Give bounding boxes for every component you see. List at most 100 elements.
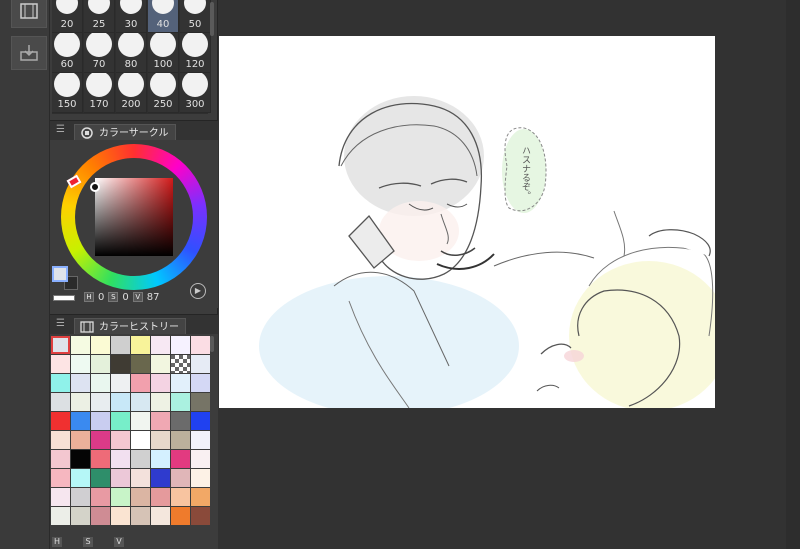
history-color-swatch[interactable] [171, 431, 190, 449]
history-color-swatch[interactable] [171, 488, 190, 506]
history-color-swatch[interactable] [71, 393, 90, 411]
history-color-swatch[interactable] [191, 469, 210, 487]
history-color-swatch[interactable] [51, 450, 70, 468]
history-color-swatch[interactable] [111, 469, 130, 487]
history-color-swatch[interactable] [51, 374, 70, 392]
history-color-swatch[interactable] [151, 507, 170, 525]
history-color-swatch[interactable] [151, 374, 170, 392]
brush-size-cell[interactable]: 300 [180, 73, 211, 113]
play-icon[interactable]: ▶ [190, 283, 206, 299]
history-color-swatch[interactable] [51, 393, 70, 411]
canvas-workspace[interactable]: ハスナるぞ。 [218, 0, 800, 549]
history-color-swatch[interactable] [131, 374, 150, 392]
history-color-swatch[interactable] [151, 450, 170, 468]
history-color-swatch[interactable] [71, 412, 90, 430]
panel-menu-icon[interactable]: ☰ [56, 319, 66, 329]
history-color-swatch[interactable] [191, 355, 210, 373]
history-color-swatch[interactable] [71, 507, 90, 525]
history-color-swatch[interactable] [151, 412, 170, 430]
history-color-swatch[interactable] [51, 336, 70, 354]
history-color-swatch[interactable] [171, 507, 190, 525]
history-color-swatch[interactable] [91, 412, 110, 430]
brush-size-cell[interactable]: 20 [52, 0, 83, 33]
history-color-swatch[interactable] [111, 507, 130, 525]
history-color-swatch[interactable] [71, 355, 90, 373]
history-color-swatch[interactable] [131, 412, 150, 430]
history-color-swatch[interactable] [131, 469, 150, 487]
brush-size-cell[interactable]: 120 [180, 33, 211, 73]
main-color-swatch[interactable] [52, 266, 68, 282]
history-color-swatch[interactable] [71, 469, 90, 487]
history-color-swatch[interactable] [191, 507, 210, 525]
brush-size-cell[interactable]: 80 [116, 33, 147, 73]
history-color-swatch[interactable] [151, 488, 170, 506]
history-color-swatch[interactable] [171, 412, 190, 430]
drawing-canvas[interactable]: ハスナるぞ。 [219, 36, 715, 408]
history-color-swatch[interactable] [51, 469, 70, 487]
brush-size-cell[interactable]: 150 [52, 73, 83, 113]
history-color-swatch[interactable] [111, 355, 130, 373]
saturation-value-square[interactable] [95, 178, 173, 256]
history-color-swatch[interactable] [171, 450, 190, 468]
history-color-swatch[interactable] [191, 450, 210, 468]
history-color-swatch[interactable] [111, 488, 130, 506]
history-color-swatch[interactable] [51, 507, 70, 525]
history-color-swatch[interactable] [111, 412, 130, 430]
transparent-color-swatch[interactable] [53, 295, 75, 301]
history-color-swatch[interactable] [151, 336, 170, 354]
brush-size-cell[interactable]: 70 [84, 33, 115, 73]
history-color-swatch[interactable] [71, 450, 90, 468]
history-color-swatch[interactable] [191, 412, 210, 430]
brush-size-cell[interactable]: 250 [148, 73, 179, 113]
history-scrollbar[interactable] [210, 336, 214, 352]
history-color-swatch[interactable] [191, 488, 210, 506]
history-color-swatch[interactable] [131, 336, 150, 354]
history-color-swatch[interactable] [171, 393, 190, 411]
history-color-swatch[interactable] [151, 393, 170, 411]
history-color-swatch[interactable] [131, 488, 150, 506]
brush-size-cell[interactable]: 25 [84, 0, 115, 33]
history-color-swatch[interactable] [91, 374, 110, 392]
panel-menu-icon[interactable]: ☰ [56, 125, 66, 135]
history-color-swatch[interactable] [131, 393, 150, 411]
history-color-swatch[interactable] [91, 469, 110, 487]
history-color-swatch[interactable] [71, 431, 90, 449]
history-color-swatch[interactable] [91, 450, 110, 468]
history-color-swatch[interactable] [111, 374, 130, 392]
history-color-swatch[interactable] [51, 412, 70, 430]
history-color-swatch[interactable] [71, 336, 90, 354]
history-color-swatch[interactable] [91, 507, 110, 525]
brush-size-cell[interactable]: 100 [148, 33, 179, 73]
history-color-swatch[interactable] [191, 393, 210, 411]
history-color-swatch[interactable] [151, 469, 170, 487]
import-button[interactable] [11, 36, 47, 70]
brush-size-cell[interactable]: 50 [180, 0, 211, 33]
history-color-swatch[interactable] [51, 488, 70, 506]
history-color-swatch[interactable] [151, 355, 170, 373]
history-color-swatch[interactable] [111, 450, 130, 468]
history-color-swatch[interactable] [91, 336, 110, 354]
brush-size-cell[interactable]: 60 [52, 33, 83, 73]
history-color-swatch[interactable] [191, 336, 210, 354]
brush-size-cell[interactable]: 30 [116, 0, 147, 33]
history-color-swatch[interactable] [71, 488, 90, 506]
history-color-swatch[interactable] [171, 336, 190, 354]
history-color-swatch[interactable] [111, 393, 130, 411]
history-color-swatch[interactable] [91, 431, 110, 449]
sv-marker[interactable] [90, 182, 100, 192]
history-color-swatch[interactable] [171, 374, 190, 392]
history-color-swatch[interactable] [111, 431, 130, 449]
history-color-swatch[interactable] [51, 355, 70, 373]
history-color-swatch[interactable] [91, 393, 110, 411]
history-color-swatch[interactable] [151, 431, 170, 449]
history-color-swatch[interactable] [191, 431, 210, 449]
history-color-swatch[interactable] [111, 336, 130, 354]
history-color-swatch[interactable] [71, 374, 90, 392]
brush-size-cell[interactable]: 200 [116, 73, 147, 113]
history-color-swatch[interactable] [131, 355, 150, 373]
brush-size-cell[interactable]: 40 [148, 0, 179, 33]
history-color-swatch[interactable] [171, 355, 190, 373]
history-color-swatch[interactable] [131, 507, 150, 525]
history-color-swatch[interactable] [91, 488, 110, 506]
history-color-swatch[interactable] [191, 374, 210, 392]
